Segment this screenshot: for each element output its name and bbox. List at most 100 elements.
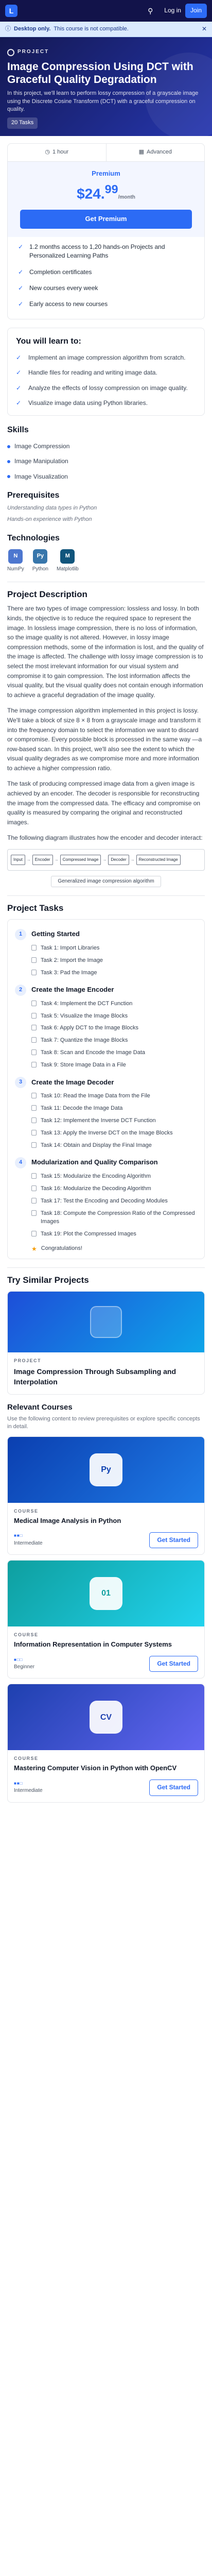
course-card[interactable]: CV COURSE Mastering Computer Vision in P… (7, 1684, 205, 1803)
task-icon (31, 1012, 37, 1019)
matplotlib-icon: M (60, 549, 75, 564)
description-paragraph: The image compression algorithm implemen… (7, 707, 202, 772)
task-item[interactable]: Task 8: Scan and Encode the Image Data (31, 1049, 197, 1057)
chapter[interactable]: 4 Modularization and Quality Comparison (15, 1157, 197, 1168)
course-body: COURSE Medical Image Analysis in Python … (8, 1503, 204, 1554)
task-item[interactable]: Task 10: Read the Image Data from the Fi… (31, 1092, 197, 1100)
card-kicker: COURSE (14, 1508, 39, 1514)
skill-item[interactable]: Image Manipulation (7, 457, 205, 466)
chapter[interactable]: 3 Create the Image Decoder (15, 1077, 197, 1089)
task-item[interactable]: Task 3: Pad the Image (31, 969, 197, 977)
task-label: Task 5: Visualize the Image Blocks (41, 1012, 128, 1019)
task-item[interactable]: Task 12: Implement the Inverse DCT Funct… (31, 1117, 197, 1125)
task-icon (31, 1173, 37, 1179)
feature-item: ✓ 1.2 months access to 1,20 hands-on Proj… (18, 239, 194, 264)
task-item[interactable]: Task 7: Quantize the Image Blocks (31, 1037, 197, 1045)
trophy-icon: ★ (31, 1245, 37, 1252)
check-icon: ✓ (18, 300, 24, 308)
desktop-only-banner: ⓘ Desktop only. This course is not compa… (0, 22, 212, 38)
course-footer: ■□□ Beginner Get Started (14, 1655, 198, 1672)
task-item[interactable]: Task 5: Visualize the Image Blocks (31, 1012, 197, 1021)
chapter-number: 4 (15, 1157, 26, 1168)
task-item[interactable]: Task 19: Plot the Compressed Images (31, 1230, 197, 1239)
skill-item[interactable]: Image Visualization (7, 472, 205, 481)
course-body: COURSE Information Representation in Com… (8, 1626, 204, 1678)
task-label: Task 14: Obtain and Display the Final Im… (41, 1142, 152, 1148)
tasks-card: 1 Getting Started Task 1: Import Librarie… (7, 919, 205, 1259)
chapter[interactable]: 1 Getting Started (15, 928, 197, 940)
task-item[interactable]: Task 16: Modularize the Decoding Algorit… (31, 1185, 197, 1193)
get-started-button[interactable]: Get Started (149, 1532, 198, 1548)
clock-icon: ◷ (45, 149, 50, 156)
get-started-button[interactable]: Get Started (149, 1780, 198, 1796)
task-icon (31, 1117, 37, 1124)
site-logo[interactable]: L (5, 5, 17, 17)
task-item[interactable]: Task 9: Store Image Data in a File (31, 1061, 197, 1070)
search-icon[interactable]: ⚲ (144, 4, 157, 18)
feature-text: 1.2 months access to 1,20 hands-on Proje… (29, 243, 165, 260)
feature-item: ✓ Early access to new courses (18, 296, 194, 312)
task-item[interactable]: Task 2: Import the Image (31, 957, 197, 965)
prereq-item: Hands-on experience with Python (7, 516, 92, 523)
price-cents: 99 (104, 182, 118, 196)
task-item[interactable]: Task 4: Implement the DCT Function (31, 1000, 197, 1008)
feature-text: New courses every week (29, 284, 98, 292)
level-label: Intermediate (14, 1788, 43, 1794)
price-body: Premium $24.99/month Get Premium (8, 162, 204, 237)
get-started-button[interactable]: Get Started (149, 1655, 198, 1672)
learn-text: Implement an image compression algorithm… (28, 354, 186, 362)
course-card[interactable]: Py COURSE Medical Image Analysis in Pyth… (7, 1436, 205, 1555)
price-dollars: $24. (77, 185, 105, 202)
task-item[interactable]: Task 14: Obtain and Display the Final Im… (31, 1142, 197, 1150)
task-label: Task 13: Apply the Inverse DCT on the Im… (41, 1130, 173, 1137)
task-item[interactable]: Task 11: Decode the Image Data (31, 1105, 197, 1113)
course-footer: ■■□ Intermediate Get Started (14, 1780, 198, 1796)
chapter-title: Create the Image Decoder (31, 1078, 114, 1086)
skill-label: Image Visualization (14, 472, 68, 480)
close-icon[interactable]: ✕ (202, 25, 207, 33)
bullet-icon (7, 475, 10, 479)
login-link[interactable]: Log in (164, 6, 181, 15)
task-item[interactable]: Task 15: Modularize the Encoding Algorit… (31, 1173, 197, 1181)
numpy-icon: N (8, 549, 23, 564)
course-card[interactable]: 01 COURSE Information Representation in … (7, 1560, 205, 1679)
level-label: Intermediate (14, 1540, 43, 1546)
hero: PROJECT Image Compression Using DCT with… (0, 37, 212, 137)
duration-label: 1 hour (52, 149, 69, 156)
feature-list: ✓ 1.2 months access to 1,20 hands-on Proj… (8, 237, 204, 319)
task-label: Task 1: Import Libraries (41, 944, 100, 951)
get-premium-button[interactable]: Get Premium (20, 210, 192, 229)
hero-description: In this project, we'll learn to perform … (7, 90, 199, 113)
task-icon (31, 944, 37, 951)
bullet-icon (7, 460, 10, 463)
learn-item: ✓ Visualize image data using Python libra… (16, 399, 196, 408)
info-icon: ⓘ (5, 25, 11, 32)
arrow-icon: → (26, 857, 31, 862)
course-title: Mastering Computer Vision in Python with… (14, 1764, 177, 1772)
congrats-item[interactable]: ★ Congratulations! (31, 1245, 197, 1253)
task-item[interactable]: Task 13: Apply the Inverse DCT on the Im… (31, 1129, 197, 1138)
task-label: Task 12: Implement the Inverse DCT Funct… (41, 1117, 156, 1124)
binary-icon: 01 (90, 1577, 122, 1610)
skill-label: Image Manipulation (14, 457, 68, 465)
similar-project-card[interactable]: PROJECT Image Compression Through Subsam… (7, 1291, 205, 1395)
diagram-caption: Generalized image compression algorithm (51, 875, 161, 888)
course-thumbnail: Py (8, 1436, 204, 1503)
diagram-node: Encoder (32, 855, 53, 865)
task-label: Task 16: Modularize the Decoding Algorit… (41, 1185, 151, 1192)
task-item[interactable]: Task 17: Test the Encoding and Decoding … (31, 1197, 197, 1206)
learn-text: Analyze the effects of lossy compression… (28, 384, 188, 392)
task-label: Task 15: Modularize the Encoding Algorit… (41, 1173, 151, 1179)
task-item[interactable]: Task 6: Apply DCT to the Image Blocks (31, 1024, 197, 1032)
arrow-icon: → (130, 857, 135, 862)
task-item[interactable]: Task 18: Compute the Compression Ratio o… (31, 1210, 197, 1226)
join-button[interactable]: Join (185, 4, 207, 18)
learn-item: ✓ Analyze the effects of lossy compressio… (16, 384, 196, 393)
related-subtitle: Use the following content to review prer… (7, 1415, 200, 1430)
description-heading: Project Description (7, 589, 87, 599)
chapter[interactable]: 2 Create the Image Encoder (15, 984, 197, 996)
skill-item[interactable]: Image Compression (7, 442, 205, 451)
level-indicator: ■■□ Intermediate (14, 1781, 43, 1795)
arrow-icon: → (102, 857, 107, 862)
task-item[interactable]: Task 1: Import Libraries (31, 944, 197, 953)
